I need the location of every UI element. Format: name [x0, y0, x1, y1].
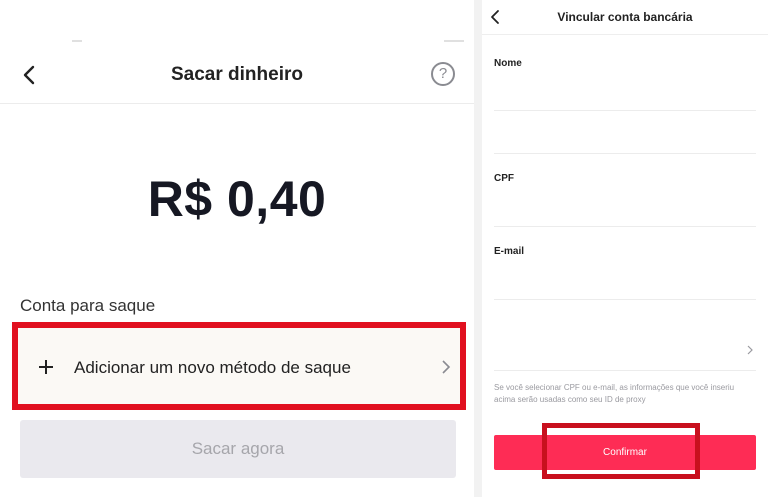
email-field[interactable] — [494, 270, 756, 292]
field-underline — [494, 110, 756, 111]
page-title: Sacar dinheiro — [171, 64, 303, 85]
plus-icon — [39, 360, 53, 374]
cpf-field[interactable] — [494, 195, 756, 217]
field-underline — [494, 370, 756, 371]
chevron-right-icon[interactable] — [746, 344, 754, 356]
header-divider — [482, 34, 768, 35]
add-method-label: Adicionar um novo método de saque — [74, 358, 351, 377]
add-withdrawal-method-button[interactable]: Adicionar um novo método de saque — [12, 322, 466, 410]
proxy-id-note: Se você selecionar CPF ou e-mail, as inf… — [494, 383, 735, 404]
page-title: Vincular conta bancária — [557, 10, 693, 24]
link-bank-account-screen: Vincular conta bancária Nome CPF E-mail … — [482, 0, 768, 497]
top-edge-line — [72, 40, 82, 42]
email-label: E-mail — [494, 246, 525, 257]
help-icon[interactable]: ? — [431, 62, 455, 86]
chevron-right-icon — [442, 360, 451, 374]
cpf-label: CPF — [494, 173, 514, 184]
field-underline — [494, 226, 756, 227]
confirm-button[interactable]: Confirmar — [494, 435, 756, 470]
withdraw-now-button[interactable]: Sacar agora — [20, 420, 456, 478]
header-divider — [0, 103, 474, 104]
balance-amount: R$ 0,40 — [147, 171, 327, 227]
name-field[interactable] — [494, 80, 756, 102]
top-edge-line — [444, 40, 464, 42]
name-secondary-field[interactable] — [494, 128, 756, 150]
withdraw-screen: Sacar dinheiro ? R$ 0,40 Conta para saqu… — [0, 0, 474, 497]
field-underline — [494, 299, 756, 300]
section-label: Conta para saque — [20, 296, 156, 315]
field-underline — [494, 153, 756, 154]
panel-divider — [474, 0, 482, 497]
name-label: Nome — [494, 58, 522, 69]
